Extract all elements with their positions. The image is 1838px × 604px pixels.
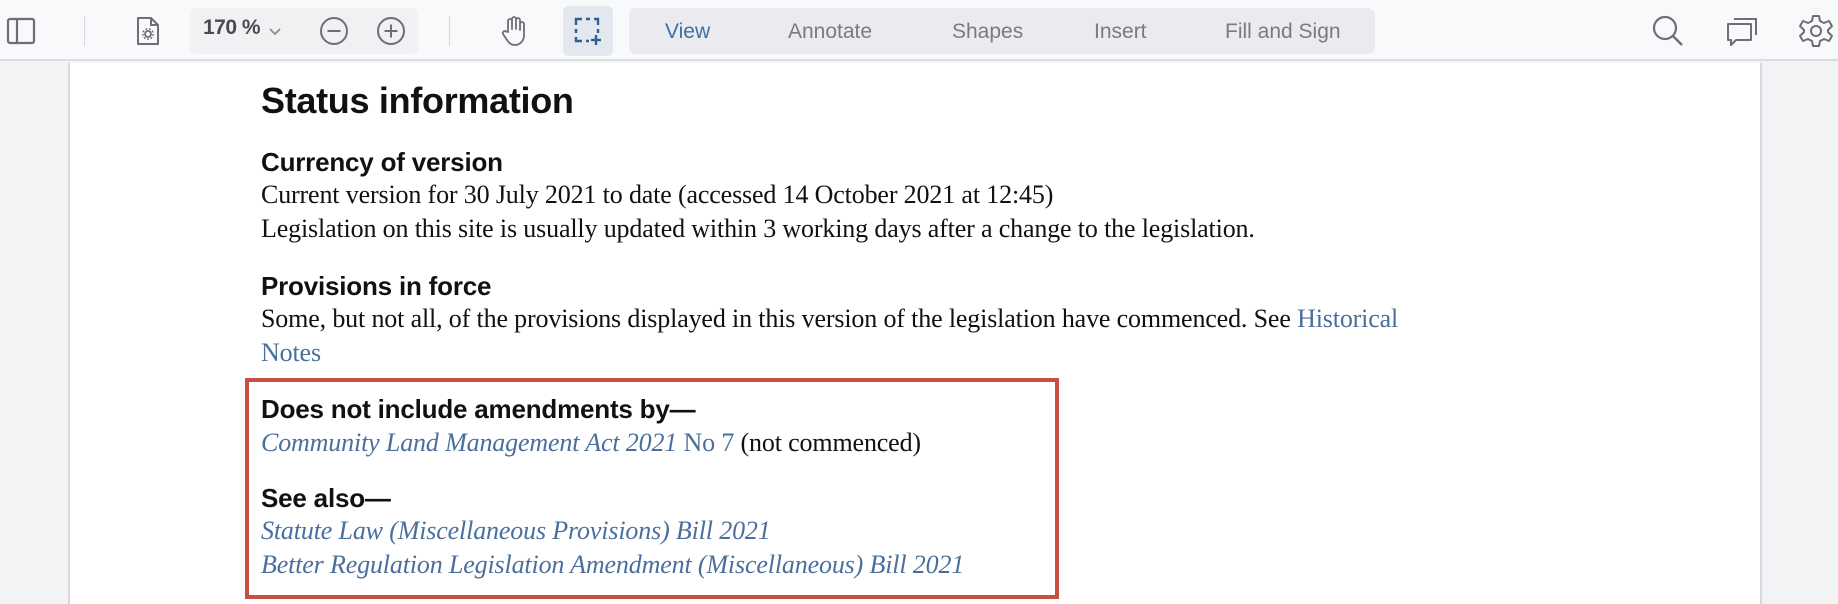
- community-land-management-act-link[interactable]: Community Land Management Act 2021: [261, 428, 677, 457]
- chevron-down-icon[interactable]: [268, 24, 282, 42]
- comments-icon[interactable]: [1724, 13, 1760, 49]
- toolbar-divider: [449, 16, 450, 46]
- tab-annotate[interactable]: Annotate: [788, 20, 872, 44]
- tab-view[interactable]: View: [665, 20, 710, 44]
- tab-shapes[interactable]: Shapes: [952, 20, 1023, 44]
- provisions-heading: Provisions in force: [261, 271, 492, 301]
- marquee-select-icon[interactable]: [571, 14, 605, 48]
- currency-line-1: Current version for 30 July 2021 to date…: [261, 180, 1054, 209]
- tab-insert[interactable]: Insert: [1094, 20, 1147, 44]
- zoom-level-dropdown[interactable]: 170 %: [203, 16, 261, 40]
- zoom-out-icon[interactable]: [317, 14, 351, 48]
- zoom-in-icon[interactable]: [374, 14, 408, 48]
- commencement-status: (not commenced): [734, 428, 922, 457]
- see-also-link[interactable]: Statute Law (Miscellaneous Provisions) B…: [261, 516, 771, 546]
- hand-pan-icon[interactable]: [496, 12, 532, 50]
- amendment-entry: Community Land Management Act 2021 No 7 …: [261, 428, 921, 458]
- tab-fill-and-sign[interactable]: Fill and Sign: [1225, 20, 1341, 44]
- see-also-link[interactable]: Better Regulation Legislation Amendment …: [261, 550, 964, 580]
- provisions-text: Some, but not all, of the provisions dis…: [261, 304, 1398, 334]
- settings-gear-icon[interactable]: [1797, 12, 1835, 50]
- toolbar-divider: [84, 16, 85, 46]
- document-settings-icon[interactable]: [132, 13, 164, 49]
- provisions-text-body: Some, but not all, of the provisions dis…: [261, 304, 1298, 333]
- historical-notes-link-continued[interactable]: Notes: [261, 338, 321, 368]
- search-icon[interactable]: [1650, 13, 1686, 49]
- amendments-heading: Does not include amendments by—: [261, 394, 696, 424]
- page-title: Status information: [261, 80, 574, 121]
- historical-notes-link[interactable]: Historical: [1297, 304, 1398, 333]
- act-number-link[interactable]: No 7: [677, 428, 735, 457]
- pdf-toolbar: 170 % View Annotate Shapes Insert Fill a…: [0, 0, 1838, 61]
- sidebar-toggle-icon[interactable]: [4, 14, 38, 48]
- currency-heading: Currency of version: [261, 147, 503, 177]
- currency-line-2: Legislation on this site is usually upda…: [261, 214, 1255, 243]
- see-also-heading: See also—: [261, 483, 391, 513]
